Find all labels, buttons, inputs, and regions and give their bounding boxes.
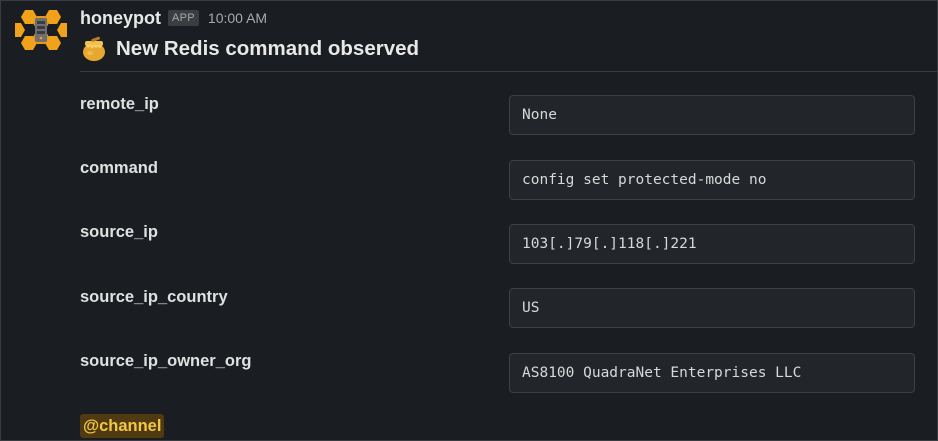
field-value-command[interactable]: config set protected-mode no [509,160,915,200]
channel-mention[interactable]: @channel [80,414,165,438]
field-label-command: command [80,159,158,177]
message-title: New Redis command observed [116,37,420,60]
field-label-source-ip-owner-org: source_ip_owner_org [80,352,252,370]
honeypot-avatar-icon[interactable] [11,8,71,52]
field-label-source-ip-country: source_ip_country [80,288,228,306]
message-title-row: New Redis command observed [80,35,419,63]
field-value-source-ip-owner-org[interactable]: AS8100 QuadraNet Enterprises LLC [509,353,915,393]
field-value-source-ip[interactable]: 103[.]79[.]118[.]221 [509,224,915,264]
app-name[interactable]: honeypot [80,8,161,29]
message-panel: honeypot APP 10:00 AM New Redis command … [0,0,938,441]
field-label-source-ip: source_ip [80,223,158,241]
app-badge: APP [168,10,199,26]
field-label-remote-ip: remote_ip [80,95,159,113]
field-value-source-ip-country[interactable]: US [509,288,915,328]
timestamp[interactable]: 10:00 AM [208,10,267,26]
title-divider [80,71,938,72]
message-header: honeypot APP 10:00 AM [80,7,267,29]
honey-pot-icon [80,36,108,62]
field-value-remote-ip[interactable]: None [509,95,915,135]
